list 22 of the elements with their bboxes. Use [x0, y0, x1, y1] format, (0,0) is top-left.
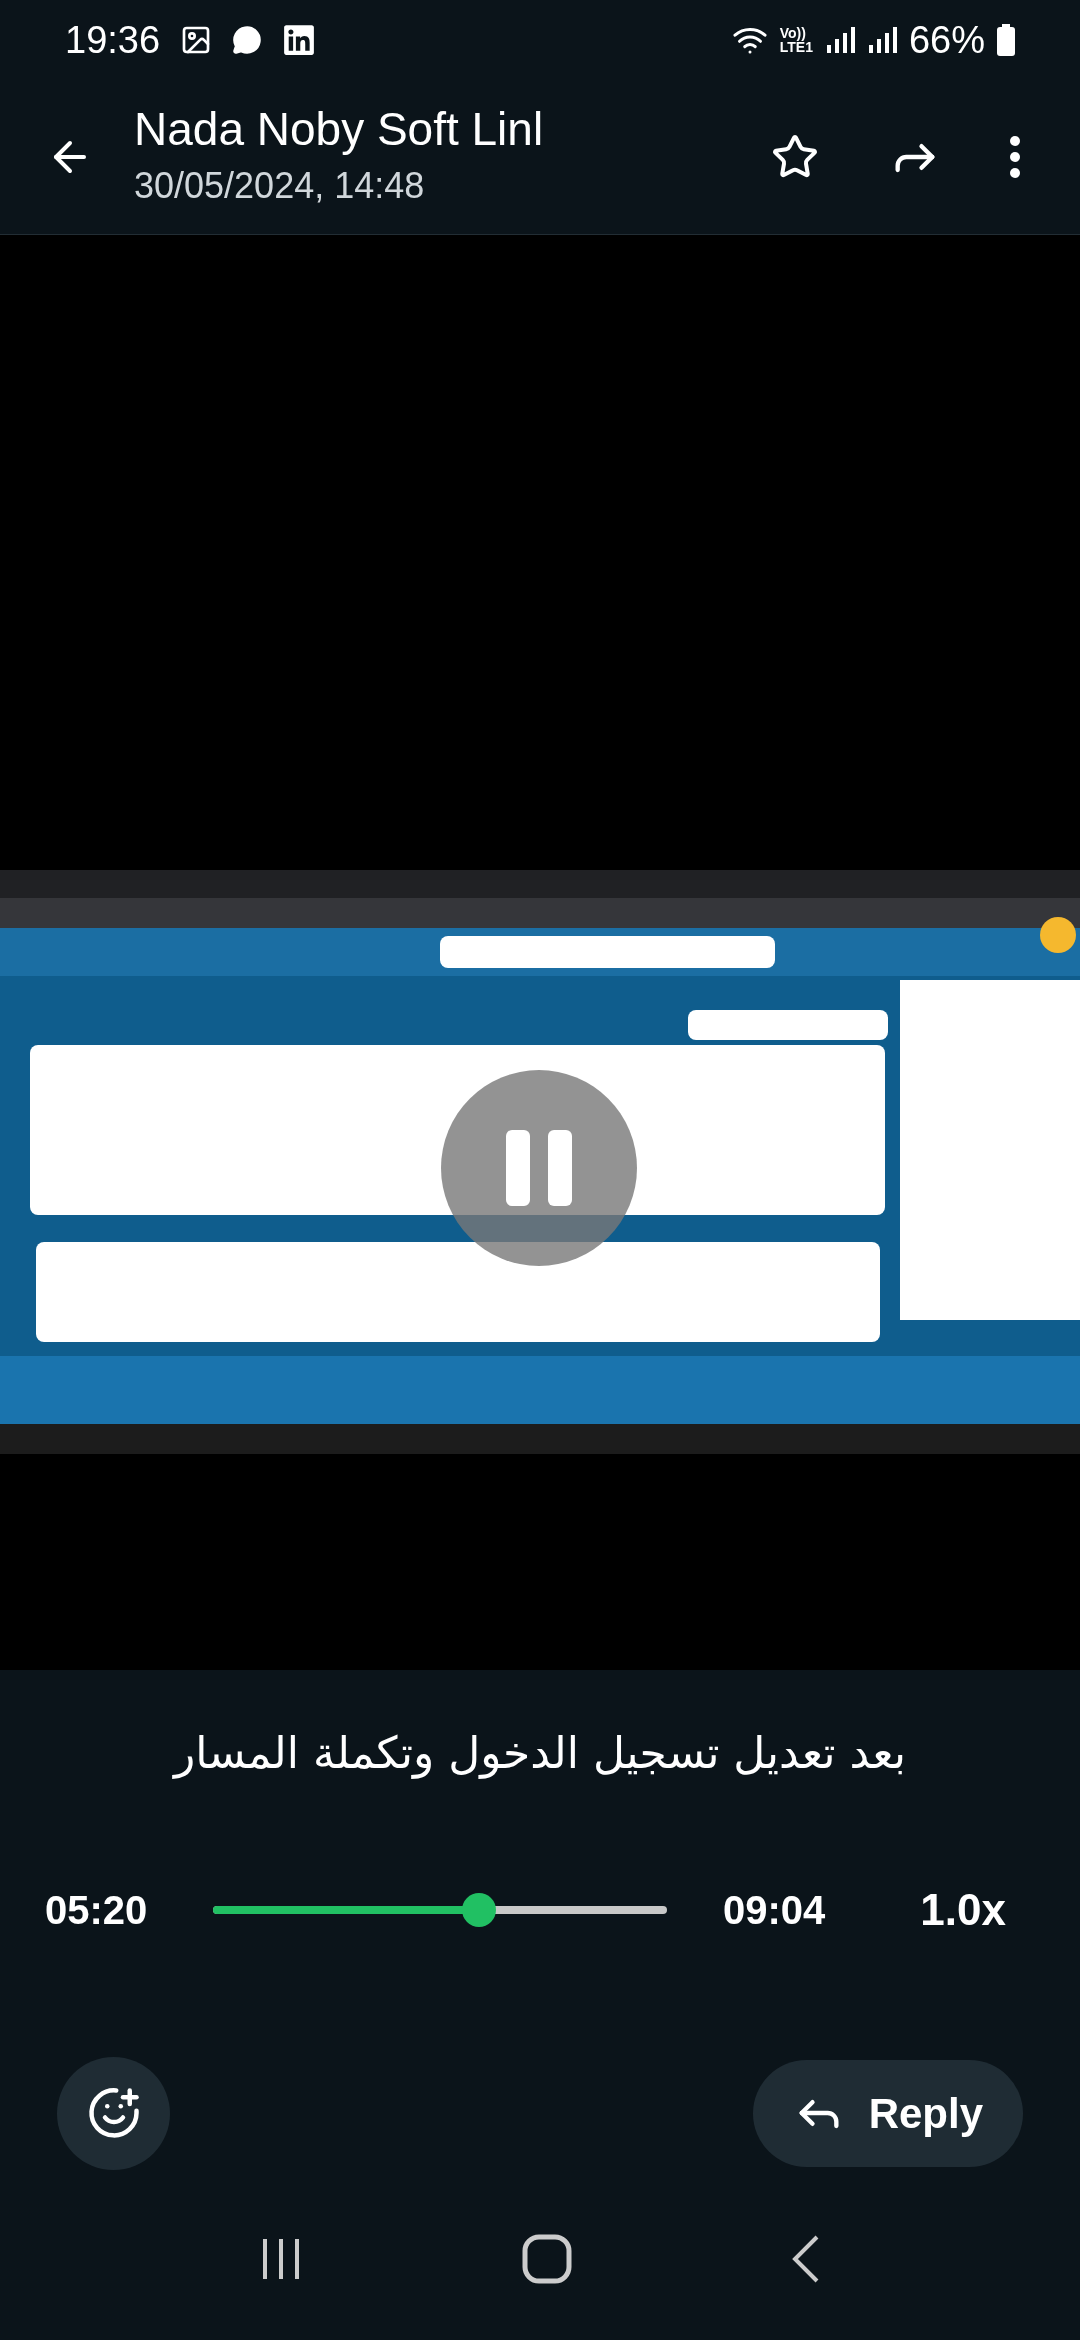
more-icon — [1009, 135, 1021, 179]
back-nav-icon[interactable] — [790, 2234, 821, 2284]
linkedin-icon — [282, 23, 317, 57]
progress-thumb[interactable] — [461, 1893, 496, 1927]
signal-icon — [866, 25, 897, 55]
duration-time: 09:04 — [723, 1887, 826, 1934]
message-date: 30/05/2024, 14:48 — [134, 163, 426, 208]
battery-icon — [997, 24, 1015, 56]
progress-track[interactable] — [213, 1906, 667, 1914]
network-label: Vo)) — [779, 26, 807, 40]
battery-percent: 66% — [908, 17, 985, 63]
home-icon[interactable] — [522, 2234, 572, 2284]
chat-icon — [232, 25, 263, 55]
emoji-add-icon — [86, 2086, 141, 2140]
chat-title: Nada Noby Soft Linl — [134, 102, 545, 158]
speed-button[interactable]: 1.0x — [920, 1877, 1006, 1943]
signal-icon — [824, 25, 855, 55]
video-caption: بعد تعديل تسجيل الدخول وتكملة المسار — [173, 1725, 907, 1781]
status-time: 19:36 — [65, 17, 161, 63]
elapsed-time: 05:20 — [45, 1887, 149, 1934]
network-label: LTE1 — [779, 40, 813, 54]
reply-button[interactable]: Reply — [752, 2059, 1023, 2167]
